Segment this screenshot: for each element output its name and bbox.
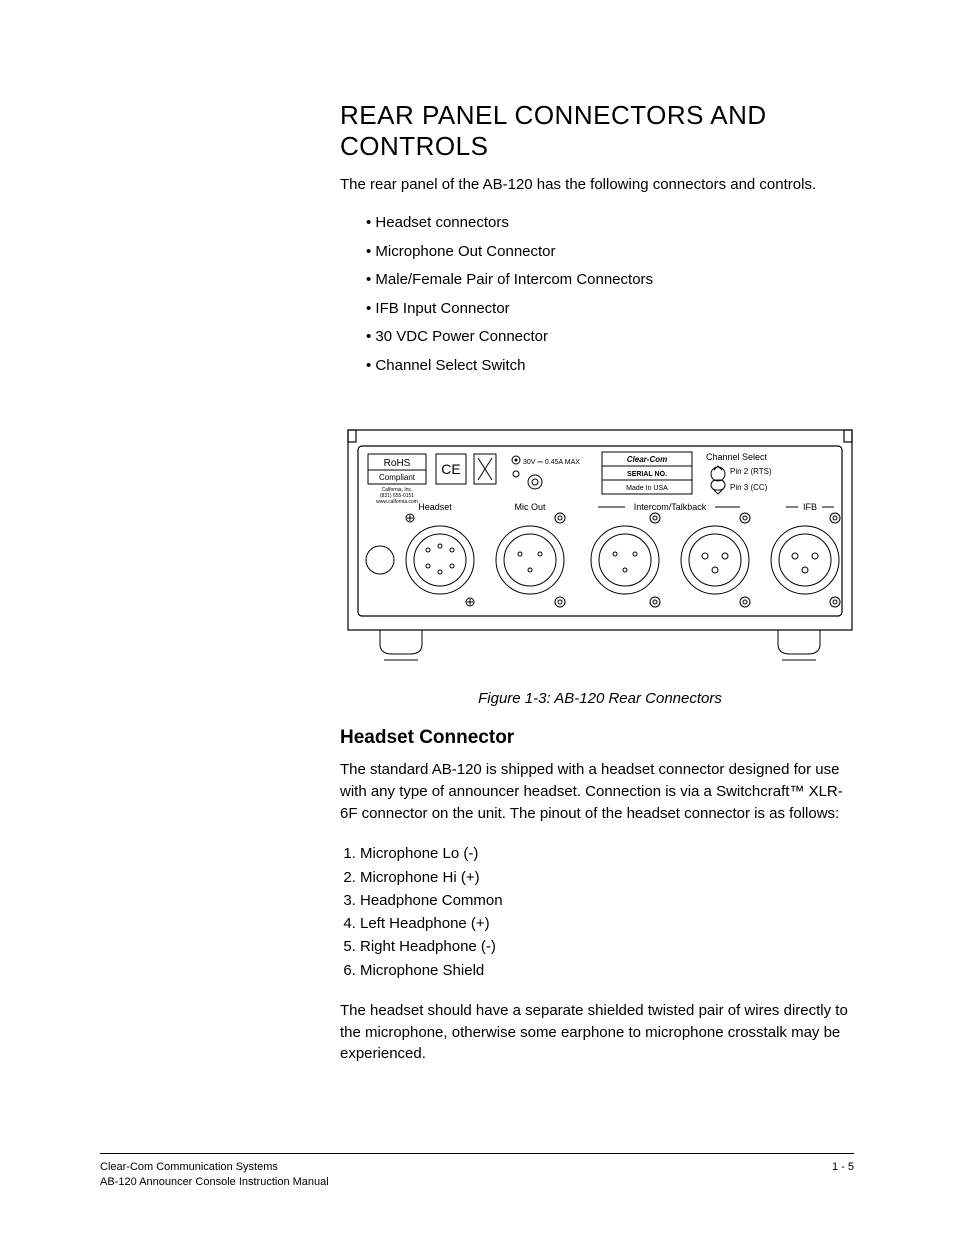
rohs-compliant: Compliant (379, 473, 416, 482)
ce-mark: CE (441, 461, 460, 477)
footer-line2: AB-120 Announcer Console Instruction Man… (100, 1176, 329, 1188)
rear-panel-diagram: RoHS Compliant Calfornia, Inc. (831) 655… (340, 420, 860, 680)
list-item: Headphone Common (360, 889, 860, 912)
list-item: Headset connectors (366, 209, 860, 238)
made-in-label: Made In USA (626, 485, 668, 492)
list-item: Microphone Out Connector (366, 238, 860, 267)
section-heading: Headset Connector (340, 727, 860, 749)
brand-label: Clear-Com (627, 455, 667, 464)
list-item: Right Headphone (-) (360, 935, 860, 958)
connector-list: Headset connectors Microphone Out Connec… (366, 209, 860, 380)
main-content: REAR PANEL CONNECTORS AND CONTROLS The r… (340, 100, 860, 1065)
document-page: REAR PANEL CONNECTORS AND CONTROLS The r… (0, 0, 954, 1235)
list-item: Male/Female Pair of Intercom Connectors (366, 266, 860, 295)
footer-line1: Clear-Com Communication Systems (100, 1161, 278, 1173)
footer-left: Clear-Com Communication Systems AB-120 A… (100, 1160, 329, 1189)
list-item: Microphone Lo (-) (360, 842, 860, 865)
list-item: IFB Input Connector (366, 295, 860, 324)
pin2-label: Pin 2 (RTS) (730, 467, 772, 476)
list-item: Microphone Hi (+) (360, 866, 860, 889)
list-item: Left Headphone (+) (360, 912, 860, 935)
rohs-label: RoHS (384, 458, 411, 469)
list-item: Microphone Shield (360, 959, 860, 982)
ifb-label: IFB (803, 502, 817, 512)
list-item: 30 VDC Power Connector (366, 323, 860, 352)
headset-label: Headset (418, 502, 452, 512)
page-title: REAR PANEL CONNECTORS AND CONTROLS (340, 100, 860, 162)
pin3-label: Pin 3 (CC) (730, 483, 768, 492)
section-paragraph: The standard AB-120 is shipped with a he… (340, 759, 860, 824)
micout-label: Mic Out (514, 502, 546, 512)
section-paragraph: The headset should have a separate shiel… (340, 1000, 860, 1065)
intro-paragraph: The rear panel of the AB-120 has the fol… (340, 174, 860, 195)
pinout-list: Microphone Lo (-) Microphone Hi (+) Head… (340, 842, 860, 982)
rohs-sub: www.calfornia.com (376, 499, 418, 505)
list-item: Channel Select Switch (366, 352, 860, 381)
figure-caption: Figure 1-3: AB-120 Rear Connectors (340, 690, 860, 707)
power-spec: 30V ⎓ 0.45A MAX (523, 459, 580, 466)
intercom-label: Intercom/Talkback (634, 502, 707, 512)
page-footer: Clear-Com Communication Systems AB-120 A… (100, 1153, 854, 1189)
figure-container: RoHS Compliant Calfornia, Inc. (831) 655… (340, 420, 860, 707)
footer-page-number: 1 - 5 (832, 1160, 854, 1189)
serial-label: SERIAL NO. (627, 471, 667, 478)
channel-select-label: Channel Select (706, 452, 768, 462)
